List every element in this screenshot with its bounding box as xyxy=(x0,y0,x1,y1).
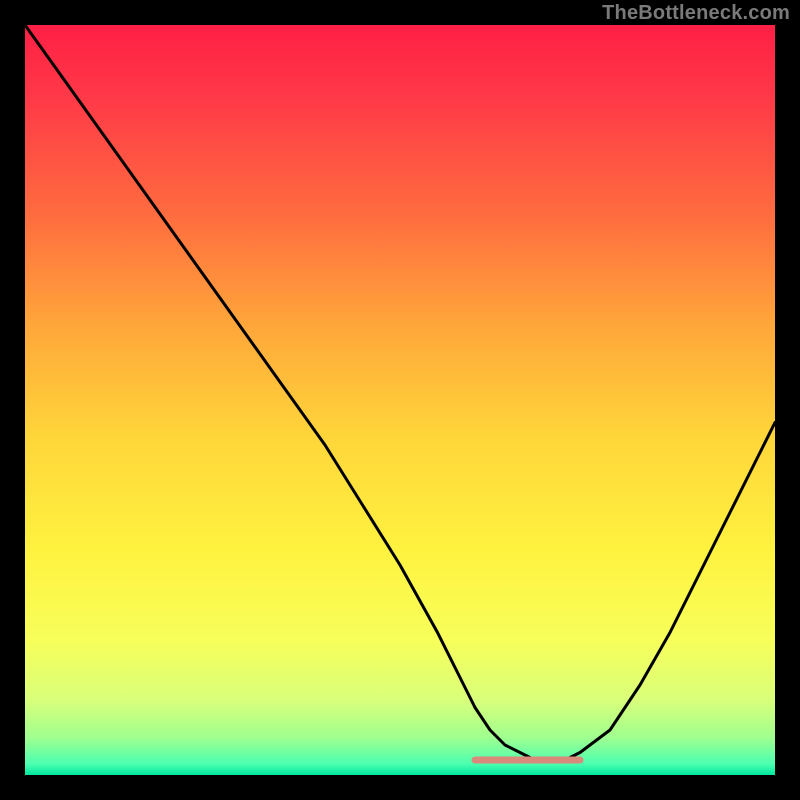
chart-frame: TheBottleneck.com xyxy=(0,0,800,800)
background-gradient xyxy=(25,25,775,775)
watermark-text: TheBottleneck.com xyxy=(602,2,790,25)
plot-area xyxy=(25,25,775,775)
